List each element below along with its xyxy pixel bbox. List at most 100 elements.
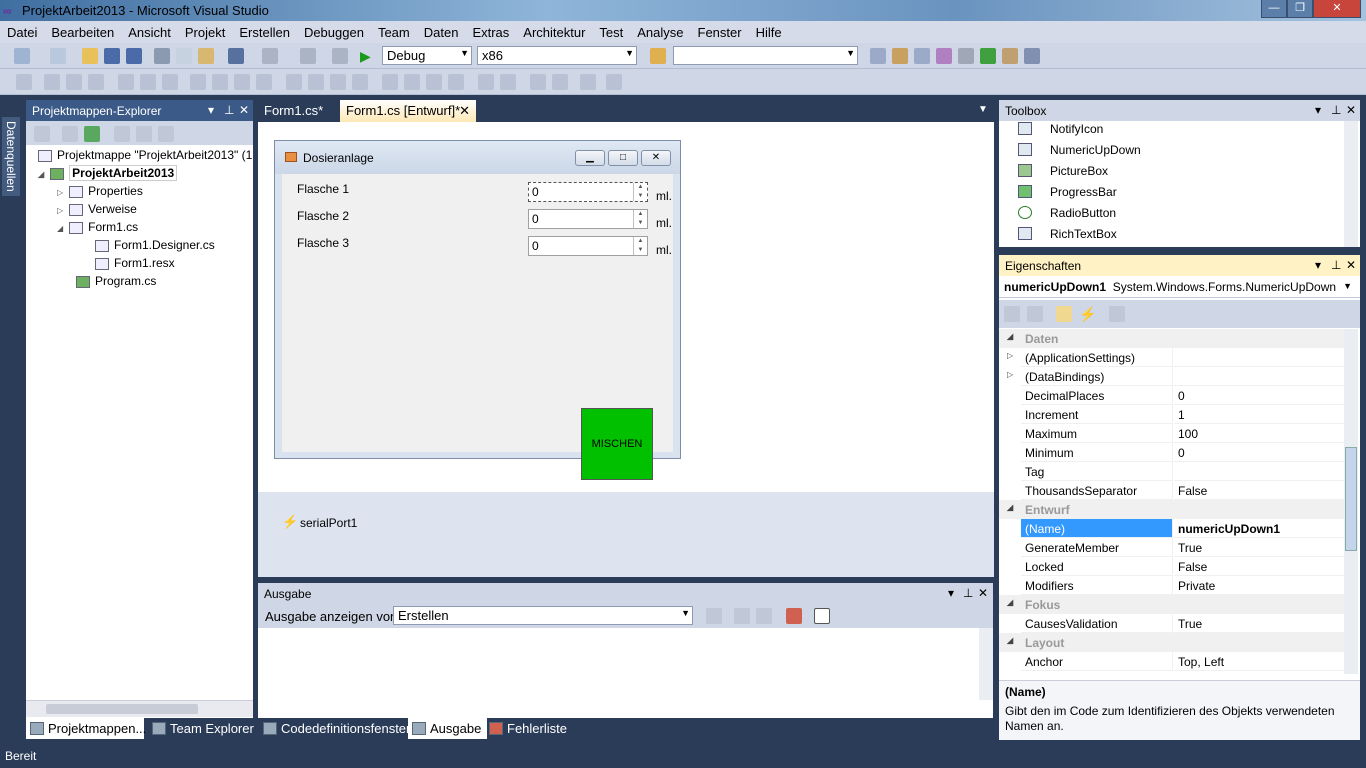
align-tops-icon[interactable] (118, 74, 134, 90)
tab-order-icon[interactable] (580, 74, 596, 90)
property-row[interactable]: DecimalPlaces 0 (999, 386, 1344, 405)
toolbox-item-richtextbox[interactable]: RichTextBox (999, 223, 1339, 244)
property-row[interactable]: Maximum 100 (999, 424, 1344, 443)
object-browser-icon[interactable] (914, 48, 930, 64)
menu-ansicht[interactable]: Ansicht (121, 21, 178, 43)
property-row[interactable]: Modifiers Private (999, 576, 1344, 595)
paste-icon[interactable] (198, 48, 214, 64)
numeric-updown-2[interactable]: 0 ▲ ▼ (528, 209, 648, 229)
tree-item-program[interactable]: Program.cs (76, 272, 156, 290)
spin-buttons[interactable]: ▲ ▼ (633, 210, 647, 228)
property-row[interactable]: GenerateMember True (999, 538, 1344, 557)
bring-to-front-icon[interactable] (530, 74, 546, 90)
send-to-back-icon[interactable] (552, 74, 568, 90)
undo-icon[interactable] (228, 48, 244, 64)
find-combo[interactable]: ▼ (673, 46, 858, 65)
data-sources-tab[interactable]: Datenquellen (2, 117, 20, 196)
menu-datei[interactable]: Datei (0, 21, 44, 43)
tree-item-references[interactable]: ▷ Verweise (57, 200, 137, 218)
property-value[interactable]: True (1174, 538, 1344, 557)
pin-icon[interactable]: ⊥ (224, 103, 234, 117)
add-item-icon[interactable] (50, 48, 66, 64)
property-row[interactable]: Increment 1 (999, 405, 1344, 424)
property-category-daten[interactable]: ◢ Daten (999, 329, 1344, 348)
property-value[interactable]: Top, Left (1174, 652, 1344, 671)
toolbox-item-numericupdown[interactable]: NumericUpDown (999, 139, 1339, 160)
menu-bearbeiten[interactable]: Bearbeiten (44, 21, 121, 43)
output-source-combo[interactable]: Erstellen ▼ (393, 606, 693, 625)
expand-icon[interactable]: ▷ (57, 206, 63, 215)
vertical-spacing-icon[interactable] (382, 74, 398, 90)
find-message-icon[interactable] (706, 608, 722, 624)
maximize-button[interactable]: ❐ (1287, 0, 1313, 18)
property-row[interactable]: Tag (999, 462, 1344, 481)
menu-analyse[interactable]: Analyse (630, 21, 690, 43)
properties-icon[interactable] (34, 126, 50, 142)
make-same-size-icon[interactable] (256, 74, 272, 90)
property-category-layout[interactable]: ◢ Layout (999, 633, 1344, 652)
platform-combo[interactable]: x86 ▼ (477, 46, 637, 65)
expand-icon[interactable]: ▷ (1007, 351, 1013, 360)
toolbox-item-radiobutton[interactable]: RadioButton (999, 202, 1339, 223)
menu-fenster[interactable]: Fenster (691, 21, 749, 43)
align-bottoms-icon[interactable] (162, 74, 178, 90)
decrease-spacing-icon[interactable] (330, 74, 346, 90)
refresh-icon[interactable] (84, 126, 100, 142)
pin-icon[interactable]: ⊥ (1331, 103, 1341, 117)
increase-vspacing-icon[interactable] (404, 74, 420, 90)
object-selector[interactable]: numericUpDown1 System.Windows.Forms.Nume… (999, 276, 1360, 298)
property-value[interactable]: False (1174, 481, 1344, 500)
pin-icon[interactable]: ⊥ (963, 586, 973, 600)
copy-icon[interactable] (176, 48, 192, 64)
spin-buttons[interactable]: ▲ ▼ (633, 183, 647, 201)
minimize-button[interactable]: — (1261, 0, 1287, 18)
dropdown-icon[interactable]: ▾ (1315, 103, 1321, 117)
tree-item-properties[interactable]: ▷ Properties (57, 182, 143, 200)
make-same-width-icon[interactable] (190, 74, 206, 90)
property-row[interactable]: Minimum 0 (999, 443, 1344, 462)
property-row[interactable]: ThousandsSeparator False (999, 481, 1344, 500)
property-pages-icon[interactable] (1109, 306, 1125, 322)
make-same-height-icon[interactable] (234, 74, 250, 90)
tree-item-form1-designer[interactable]: Form1.Designer.cs (95, 236, 215, 254)
collapse-icon[interactable]: ◢ (1007, 503, 1013, 512)
lock-controls-icon[interactable] (606, 74, 622, 90)
remove-vspacing-icon[interactable] (448, 74, 464, 90)
class-diagram-icon[interactable] (158, 126, 174, 142)
align-rights-icon[interactable] (88, 74, 104, 90)
toolbox-item-notifyicon[interactable]: NotifyIcon (999, 118, 1339, 139)
output-vscrollbar[interactable] (979, 628, 993, 700)
tab-error-list[interactable]: Fehlerliste (485, 718, 573, 739)
menu-projekt[interactable]: Projekt (178, 21, 232, 43)
center-vertically-icon[interactable] (500, 74, 516, 90)
property-value[interactable] (1174, 367, 1344, 386)
previous-message-icon[interactable] (734, 608, 750, 624)
horizontal-spacing-icon[interactable] (286, 74, 302, 90)
form-close-button[interactable]: ✕ (641, 150, 671, 166)
menu-test[interactable]: Test (592, 21, 630, 43)
property-row[interactable]: ▷ (ApplicationSettings) (999, 348, 1344, 367)
collapse-icon[interactable]: ◢ (57, 224, 63, 233)
dropdown-icon[interactable]: ▾ (1315, 258, 1321, 272)
close-button[interactable]: ✕ (1313, 0, 1361, 18)
property-value[interactable]: False (1174, 557, 1344, 576)
tree-item-project[interactable]: ◢ ProjektArbeit2013 (38, 164, 178, 182)
property-value[interactable]: 0 (1174, 386, 1344, 405)
tab-solution-explorer[interactable]: Projektmappen... (26, 718, 146, 739)
property-value[interactable]: 0 (1174, 443, 1344, 462)
menu-debuggen[interactable]: Debuggen (297, 21, 371, 43)
property-row-selected[interactable]: (Name) numericUpDown1 (999, 519, 1344, 538)
start-page-icon[interactable] (980, 48, 996, 64)
serialport-component[interactable]: serialPort1 (300, 516, 357, 530)
open-file-icon[interactable] (82, 48, 98, 64)
collapse-icon[interactable]: ◢ (1007, 598, 1013, 607)
tab-form1-designer[interactable]: Form1.cs [Entwurf]* ✕ (340, 100, 476, 122)
mischen-button[interactable]: MISCHEN (581, 408, 653, 480)
tools-icon[interactable] (958, 48, 974, 64)
numeric-updown-1[interactable]: 0 ▲ ▼ (528, 182, 648, 202)
tab-team-explorer[interactable]: Team Explorer (148, 718, 260, 739)
properties-icon[interactable] (892, 48, 908, 64)
clear-all-icon[interactable] (786, 608, 802, 624)
start-debugging-icon[interactable]: ▶ (360, 48, 376, 64)
expand-icon[interactable]: ▷ (57, 188, 63, 197)
